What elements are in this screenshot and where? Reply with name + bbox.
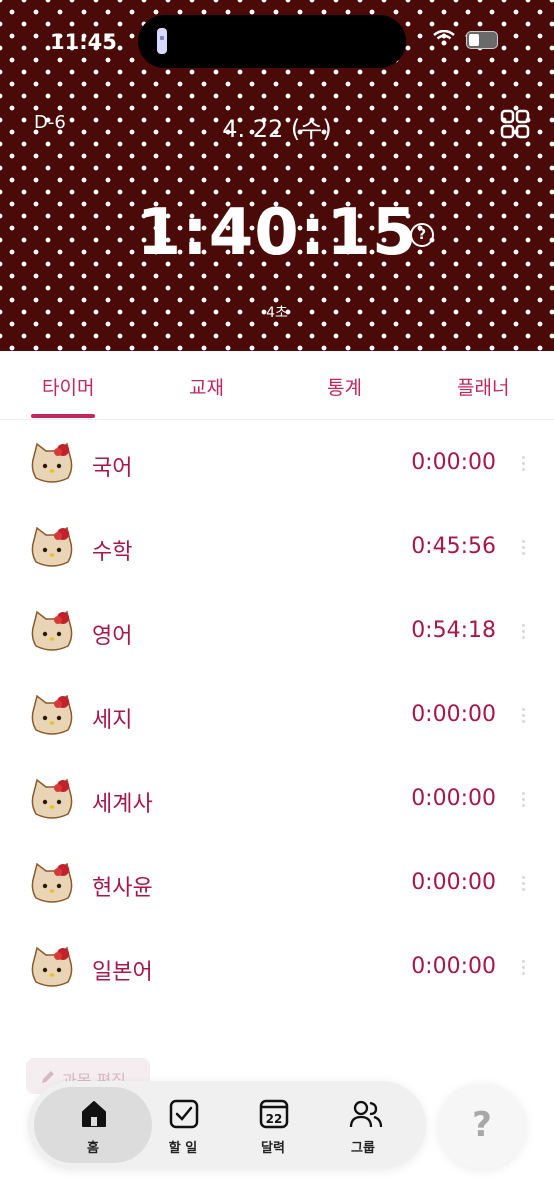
subject-row[interactable]: 일본어 0:00:00 [0, 926, 554, 1010]
calendar-badge: 22 [266, 1112, 283, 1126]
kitty-avatar-icon [31, 526, 73, 567]
subject-row[interactable]: 세지 0:00:00 [0, 674, 554, 758]
help-button[interactable]: ? [438, 1083, 526, 1169]
nav-todo-label: 할 일 [168, 1141, 198, 1156]
subject-name: 국어 [92, 456, 133, 481]
seconds-label: 4초 [266, 305, 288, 321]
tab-bar: 타이머 교재 통계 플래너 [0, 351, 554, 420]
more-options-icon[interactable] [522, 624, 526, 640]
nav-home[interactable]: 홈 [53, 1081, 133, 1169]
home-icon [82, 1101, 106, 1127]
more-options-icon[interactable] [522, 792, 526, 808]
tab-planner[interactable]: 플래너 [457, 373, 509, 400]
subject-name: 일본어 [92, 960, 153, 985]
subject-name: 세지 [92, 708, 133, 733]
kitty-avatar-icon [31, 694, 73, 735]
kitty-avatar-icon [31, 946, 73, 987]
subject-row[interactable]: 현사윤 0:00:00 [0, 842, 554, 926]
subject-name: 영어 [92, 624, 133, 649]
wifi-icon [433, 30, 455, 46]
subject-time: 0:54:18 [411, 618, 496, 643]
subject-time: 0:00:00 [411, 870, 496, 895]
kitty-avatar-icon [31, 778, 73, 819]
flashlight-icon [157, 28, 167, 54]
subject-name: 세계사 [92, 792, 153, 817]
tab-stats[interactable]: 통계 [327, 373, 362, 400]
grid-menu-icon[interactable] [500, 109, 530, 139]
active-tab-indicator [31, 414, 95, 418]
subject-row[interactable]: 국어 0:00:00 [0, 422, 554, 506]
status-time: 11:45 [50, 30, 117, 54]
subject-time: 0:00:00 [411, 450, 496, 475]
tab-textbook[interactable]: 교재 [189, 373, 224, 400]
nav-calendar[interactable]: 22 달력 [233, 1081, 313, 1169]
more-options-icon[interactable] [522, 540, 526, 556]
group-icon [349, 1100, 383, 1128]
checkbox-icon [169, 1099, 199, 1129]
subject-time: 0:00:00 [411, 786, 496, 811]
timer-help-icon[interactable]: ? [410, 223, 434, 247]
more-options-icon[interactable] [522, 876, 526, 892]
timer-display: 1:40:15 [136, 196, 418, 270]
nav-home-label: 홈 [87, 1141, 99, 1156]
question-icon: ? [472, 1105, 492, 1145]
calendar-icon: 22 [259, 1099, 289, 1129]
subject-name: 수학 [92, 540, 133, 565]
battery-icon [466, 31, 498, 49]
header-banner: 11:45 D-6 4. 22 (수) 1:40:15 ? 4초 [0, 0, 554, 351]
subject-row[interactable]: 영어 0:54:18 [0, 590, 554, 674]
subject-name: 현사윤 [92, 876, 153, 901]
dynamic-island [138, 15, 406, 68]
bottom-nav: 홈 할 일 22 달력 그룹 [28, 1081, 426, 1169]
nav-group[interactable]: 그룹 [323, 1081, 403, 1169]
subject-time: 0:00:00 [411, 702, 496, 727]
subject-row[interactable]: 세계사 0:00:00 [0, 758, 554, 842]
tab-timer[interactable]: 타이머 [42, 373, 94, 400]
kitty-avatar-icon [31, 610, 73, 651]
nav-calendar-label: 달력 [261, 1141, 285, 1156]
subject-time: 0:45:56 [411, 534, 496, 559]
kitty-avatar-icon [31, 442, 73, 483]
more-options-icon[interactable] [522, 456, 526, 472]
nav-group-label: 그룹 [351, 1141, 375, 1156]
more-options-icon[interactable] [522, 708, 526, 724]
date-label: 4. 22 (수) [222, 115, 332, 143]
subject-time: 0:00:00 [411, 954, 496, 979]
more-options-icon[interactable] [522, 960, 526, 976]
nav-todo[interactable]: 할 일 [143, 1081, 223, 1169]
subject-row[interactable]: 수학 0:45:56 [0, 506, 554, 590]
kitty-avatar-icon [31, 862, 73, 903]
